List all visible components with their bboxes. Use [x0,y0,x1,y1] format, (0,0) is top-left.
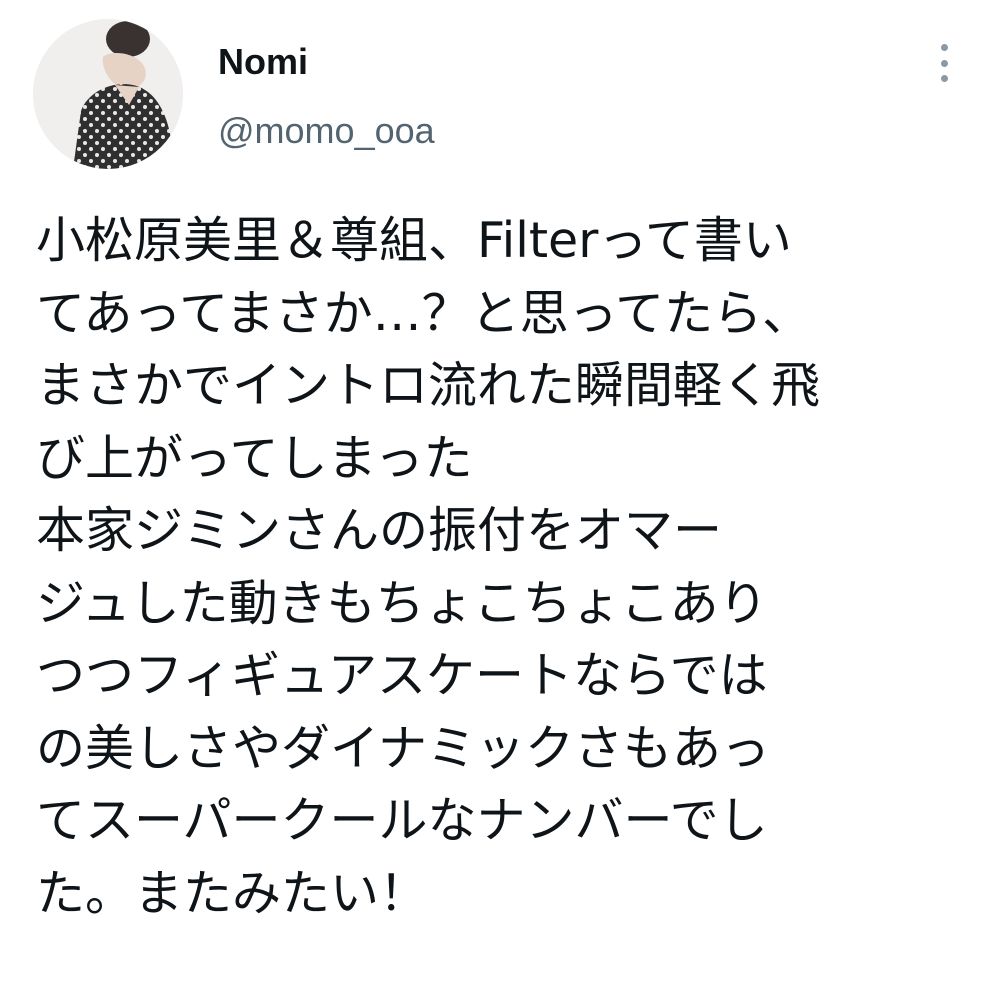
profile-photo [33,19,183,169]
author-name[interactable]: Nomi [218,38,308,86]
more-vertical-icon [940,44,948,82]
tweet-text-line: てスーパークールなナンバーでし [36,792,768,849]
tweet-text-line: び上がってしまった [36,429,473,487]
tweet-text-line: ジュした動きもちょこちょこあり [36,574,768,632]
tweet-text-line: 本家ジミンさんの振付をオマー [36,502,723,559]
tweet-text-line: つつフィギュアスケートならでは [36,647,768,704]
tweet: Nomi @momo_ooa 小松原美里＆尊組、Filterって書い てあってま… [0,0,1000,994]
tweet-text-line: てあってまさか…？と思ってたら、 [36,284,812,342]
tweet-text-line: まさかでイントロ流れた瞬間軽く飛 [36,357,821,414]
tweet-text-line: 小松原美里＆尊組、Filterって書い [36,212,792,269]
tweet-text-line: の美しさやダイナミックさもあっ [36,719,771,777]
more-options-button[interactable] [926,40,962,86]
tweet-text-line: た。またみたい！ [36,864,429,922]
avatar[interactable] [33,19,183,169]
author-handle[interactable]: @momo_ooa [218,107,435,155]
tweet-text: 小松原美里＆尊組、Filterって書い てあってまさか…？と思ってたら、 まさか… [36,205,976,930]
